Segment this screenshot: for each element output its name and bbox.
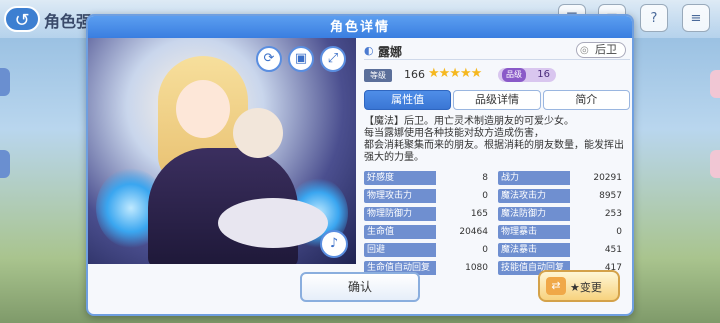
back-button[interactable]: ↺: [4, 6, 40, 32]
character-description: 【魔法】后卫。用亡灵术制造朋友的可爱少女。 每当露娜使用各种技能对敌方造成伤害，…: [364, 116, 630, 166]
role-label: 后卫: [595, 43, 617, 56]
stat-row: 战力 20291: [498, 170, 622, 186]
scroll-thumb[interactable]: [632, 170, 634, 230]
stat-value: 20291: [593, 173, 622, 183]
character-portrait: ⟳ ▣ ⤢ ♪: [88, 38, 356, 264]
tab-profile[interactable]: 简介: [542, 90, 630, 110]
character-info-panel: ◐ 露娜 ◎ 后卫 等级 166 ★★★★★ 品级 16 属性值 品级详情 简介…: [364, 42, 630, 275]
stat-value: 451: [604, 245, 622, 255]
role-icon: ◎: [580, 45, 589, 56]
dialog-title: 角色详情: [329, 20, 390, 35]
tab-rank-details[interactable]: 品级详情: [453, 90, 541, 110]
dress-frill: [218, 198, 328, 248]
stat-label: 魔法暴击: [498, 243, 570, 257]
element-icon: ◐: [364, 44, 374, 57]
change-label: ★变更: [570, 281, 602, 294]
refresh-icon[interactable]: ⟳: [256, 46, 282, 72]
tab-attributes[interactable]: 属性值: [364, 90, 452, 110]
role-badge: ◎ 后卫: [576, 42, 626, 58]
dialog-header: 角色详情: [88, 16, 632, 38]
stat-value: 0: [616, 227, 622, 237]
stat-value: 8957: [599, 191, 622, 201]
stat-label: 魔法防御力: [498, 207, 570, 221]
stat-row: 物理防御力 165: [364, 206, 488, 222]
expand-icon[interactable]: ⤢: [320, 46, 346, 72]
stat-row: 物理暴击 0: [498, 224, 622, 240]
stat-label: 物理防御力: [364, 207, 436, 221]
tab-bar: 属性值 品级详情 简介: [364, 90, 630, 110]
description-line: 都会消耗聚集而来的朋友。根据消耗的朋友数量，能发挥出: [364, 140, 624, 151]
right-edge-tab[interactable]: [710, 150, 720, 178]
right-edge-tab[interactable]: [710, 70, 720, 98]
stat-row: 回避 0: [364, 242, 488, 258]
stat-value: 165: [470, 209, 488, 219]
swap-icon: ⇄: [546, 277, 566, 295]
stat-label: 魔法攻击力: [498, 189, 570, 203]
stat-label: 物理暴击: [498, 225, 570, 239]
character-name: 露娜: [378, 45, 403, 59]
left-edge-tab[interactable]: [0, 150, 10, 178]
stat-row: 魔法暴击 451: [498, 242, 622, 258]
dialog-footer: 确认 ⇄ ★变更: [88, 262, 632, 314]
pet-creature: [233, 108, 283, 158]
description-line: 【魔法】后卫。用亡灵术制造朋友的可爱少女。: [364, 116, 574, 127]
stat-row: 魔法防御力 253: [498, 206, 622, 222]
stat-value: 253: [604, 209, 622, 219]
rank-value: 16: [537, 69, 550, 80]
stat-label: 好感度: [364, 171, 436, 185]
name-row: ◐ 露娜 ◎ 后卫: [364, 42, 630, 60]
stats-table: 好感度 8 物理攻击力 0 物理防御力 165 生命值 20464 回避 0 生命值自动回…: [364, 170, 630, 275]
stat-label: 生命值: [364, 225, 436, 239]
level-value: 166: [404, 68, 425, 81]
voice-icon[interactable]: ♪: [320, 230, 348, 258]
character-face: [176, 80, 230, 138]
screen-title: 角色强: [44, 12, 93, 31]
stat-label: 回避: [364, 243, 436, 257]
rank-box: 品级 16: [498, 68, 556, 82]
stat-row: 好感度 8: [364, 170, 488, 186]
stat-row: 物理攻击力 0: [364, 188, 488, 204]
stat-row: 魔法攻击力 8957: [498, 188, 622, 204]
stat-row: 生命值 20464: [364, 224, 488, 240]
left-edge-tab[interactable]: [0, 68, 10, 96]
stat-value: 0: [482, 245, 488, 255]
stat-label: 战力: [498, 171, 570, 185]
stat-value: 8: [482, 173, 488, 183]
stat-label: 物理攻击力: [364, 189, 436, 203]
stat-value: 20464: [459, 227, 488, 237]
menu-icon-4[interactable]: ≡: [682, 4, 710, 32]
star-rating: ★★★★★: [428, 66, 482, 81]
confirm-button[interactable]: 确认: [300, 272, 420, 302]
description-line: 每当露娜使用各种技能对敌方造成伤害，: [364, 128, 544, 139]
description-line: 强大的力量。: [364, 152, 424, 163]
character-detail-dialog: 角色详情 ⟳ ▣ ⤢ ♪ ◐ 露娜 ◎ 后卫 等级 166 ★★★★★ 品级 1…: [86, 14, 634, 316]
level-row: 等级 166 ★★★★★ 品级 16: [364, 66, 630, 86]
level-label: 等级: [364, 69, 392, 82]
rank-label: 品级: [502, 68, 526, 82]
stat-value: 0: [482, 191, 488, 201]
menu-icon-3[interactable]: ?: [640, 4, 668, 32]
card-icon[interactable]: ▣: [288, 46, 314, 72]
change-button[interactable]: ⇄ ★变更: [538, 270, 620, 302]
stats-scrollbar[interactable]: [632, 170, 634, 274]
